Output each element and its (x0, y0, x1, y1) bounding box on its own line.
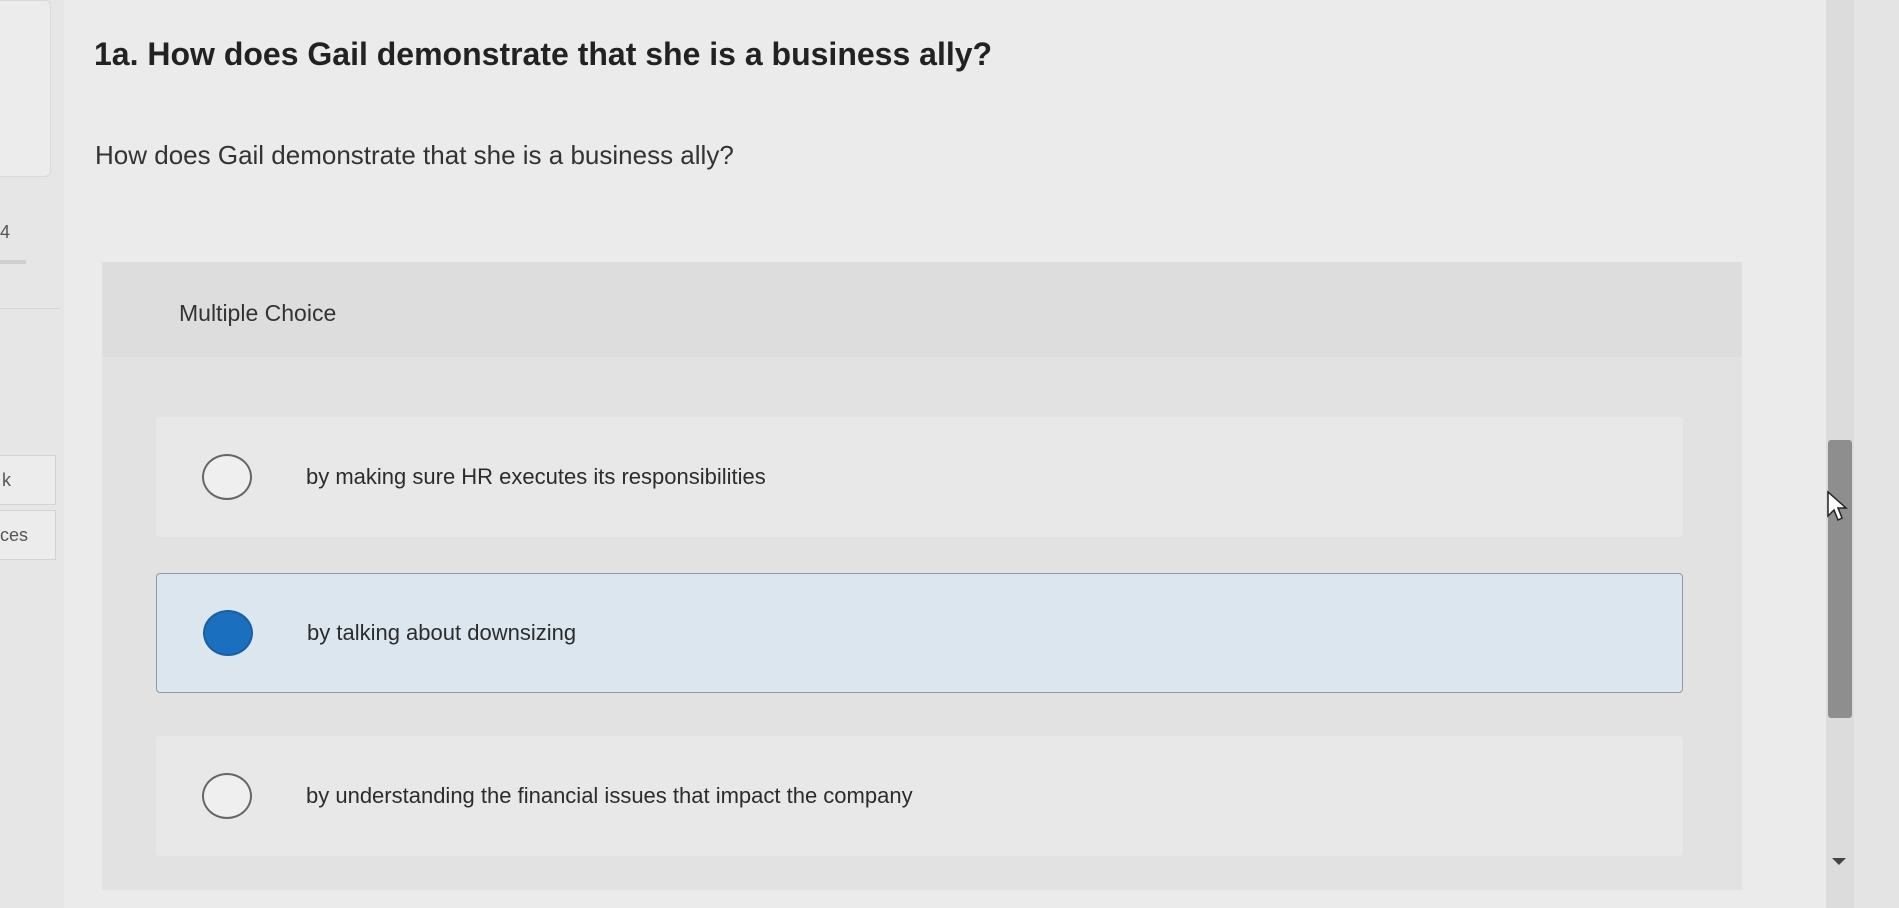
radio-button-selected[interactable] (203, 610, 253, 656)
sidebar-question-number[interactable]: 4 (0, 222, 10, 243)
answer-option-2[interactable]: by talking about downsizing (156, 573, 1683, 693)
mouse-cursor-icon (1827, 490, 1848, 522)
answer-option-text: by talking about downsizing (307, 620, 577, 645)
sidebar-button-k-label: k (2, 469, 11, 490)
answer-option-1[interactable]: by making sure HR executes its responsib… (156, 417, 1683, 537)
question-prompt: How does Gail demonstrate that she is a … (95, 140, 734, 170)
question-title: 1a. How does Gail demonstrate that she i… (94, 36, 993, 72)
scroll-down-arrow-icon[interactable] (1832, 858, 1846, 865)
radio-button-unselected[interactable] (202, 773, 252, 819)
answer-option-3[interactable]: by understanding the financial issues th… (156, 736, 1683, 856)
sidebar-card[interactable] (0, 0, 51, 177)
multiple-choice-label: Multiple Choice (179, 300, 337, 326)
answer-option-text: by making sure HR executes its responsib… (306, 464, 766, 489)
sidebar-button-k[interactable]: k (0, 455, 56, 505)
sidebar-divider (0, 308, 60, 309)
sidebar-button-ces[interactable]: ces (0, 510, 56, 560)
scrollbar-thumb[interactable] (1828, 440, 1852, 718)
left-sidebar: 4 k ces (0, 0, 64, 908)
answer-option-text: by understanding the financial issues th… (306, 783, 913, 808)
multiple-choice-header (102, 262, 1742, 357)
right-edge (1854, 0, 1899, 908)
question-main: 1a. How does Gail demonstrate that she i… (64, 0, 1834, 908)
sidebar-active-indicator (0, 260, 26, 264)
sidebar-button-ces-label: ces (0, 524, 29, 545)
radio-button-unselected[interactable] (202, 454, 252, 500)
